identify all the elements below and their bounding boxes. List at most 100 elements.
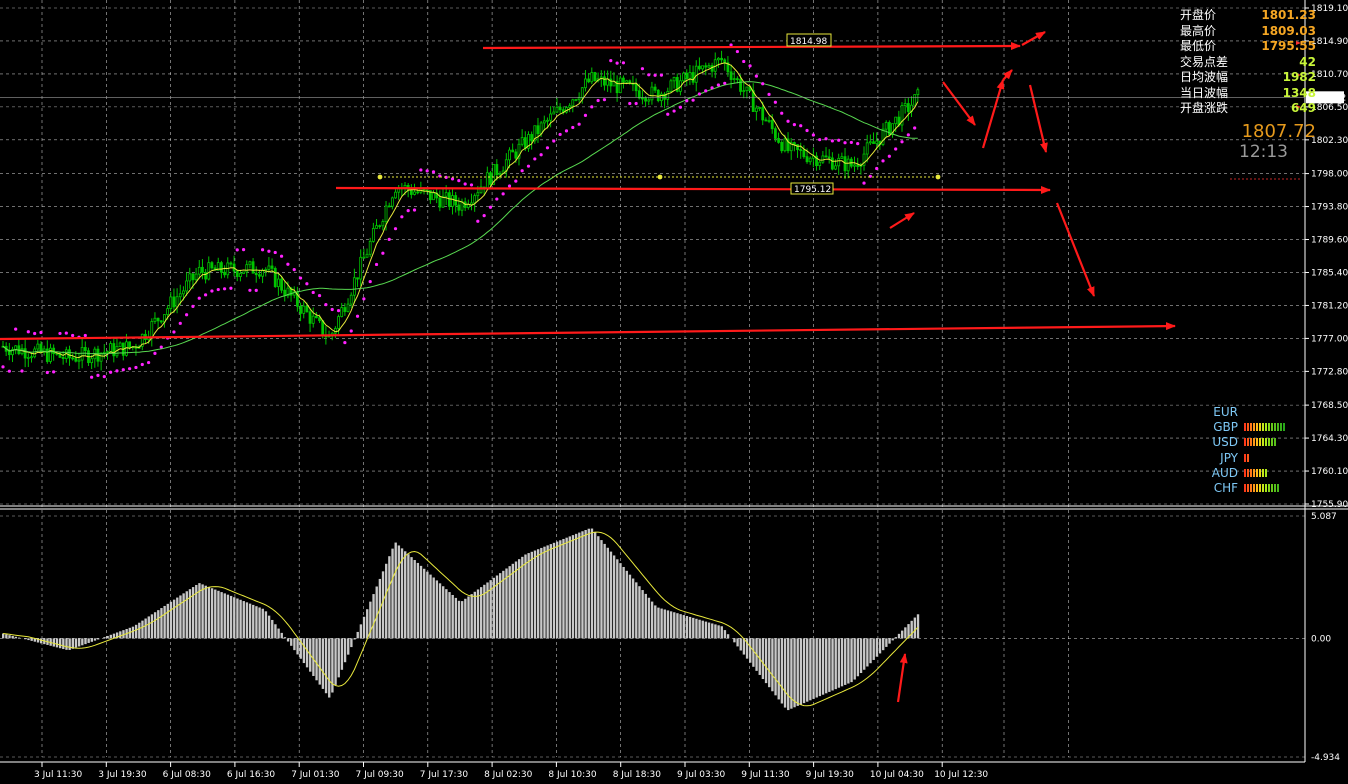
- macd-bar: [93, 638, 97, 641]
- macd-bar: [869, 638, 872, 664]
- macd-bar: [87, 638, 90, 643]
- macd-bar: [416, 562, 420, 639]
- sar-dot: [292, 268, 296, 272]
- macd-bar: [315, 638, 318, 681]
- price-tick-label: 1819.10: [1311, 4, 1348, 14]
- macd-bar: [397, 545, 401, 639]
- macd-bar: [837, 638, 841, 688]
- candle-body: [672, 77, 676, 82]
- strength-segment: [1262, 468, 1264, 477]
- macd-bar: [799, 638, 803, 705]
- candle-body: [36, 343, 40, 350]
- candle-body: [153, 317, 157, 322]
- candle-body: [128, 341, 132, 348]
- macd-bar: [840, 638, 844, 687]
- candle-body: [30, 356, 33, 359]
- macd-bar: [410, 557, 413, 639]
- macd-bar: [141, 620, 144, 639]
- strength-segment: [1265, 438, 1267, 447]
- sar-dot: [140, 362, 144, 367]
- macd-bar: [264, 611, 268, 639]
- candle-body: [239, 273, 242, 277]
- candle-body: [834, 165, 837, 170]
- candle-body: [299, 305, 302, 314]
- candle-body: [150, 321, 154, 339]
- strength-segment: [1268, 438, 1270, 447]
- trading-chart[interactable]: 1819.10 1814.90 1810.70 1806.50 1802.30 1798.…: [0, 0, 1348, 784]
- candle-body: [26, 356, 30, 359]
- sar-dot: [634, 101, 638, 106]
- macd-bar: [904, 627, 907, 639]
- macd-bar: [644, 593, 647, 639]
- macd-bar: [419, 565, 423, 639]
- candle-body: [61, 356, 65, 360]
- sar-dot: [419, 168, 423, 172]
- candle-body: [273, 267, 277, 288]
- candle-body: [830, 157, 834, 170]
- sar-dot: [343, 340, 347, 345]
- candle-body: [346, 303, 350, 312]
- candle-body: [511, 149, 515, 153]
- macd-bar: [68, 638, 71, 650]
- sar-dot: [178, 321, 182, 325]
- candle-body: [432, 192, 435, 201]
- macd-bar: [286, 638, 290, 642]
- sar-dot: [305, 282, 309, 286]
- macd-bar: [913, 617, 917, 639]
- macd-bar: [863, 638, 866, 670]
- macd-bar: [714, 624, 717, 639]
- macd-bar: [233, 597, 236, 639]
- candle-body: [698, 65, 701, 70]
- macd-bar: [910, 620, 913, 639]
- candle-body: [99, 352, 103, 362]
- sar-dot: [628, 101, 632, 106]
- candle-body: [514, 151, 518, 159]
- macd-bar: [153, 612, 157, 639]
- info-row: 日均波幅 1982: [1180, 70, 1316, 86]
- macd-bar: [343, 638, 347, 663]
- candle-body: [254, 272, 258, 276]
- macd-bar: [381, 571, 385, 639]
- macd-bar: [578, 532, 581, 639]
- macd-bar: [404, 551, 407, 639]
- macd-bar: [366, 609, 369, 639]
- candle-body: [723, 59, 727, 64]
- macd-bar: [802, 638, 806, 704]
- sar-dot: [881, 159, 885, 163]
- candle-body: [191, 273, 195, 281]
- strength-segment: [1253, 484, 1255, 493]
- macd-bar: [701, 620, 704, 639]
- sar-dot: [856, 142, 860, 146]
- macd-bar: [134, 624, 138, 639]
- strength-segment: [1277, 484, 1279, 493]
- sar-dot: [254, 288, 258, 292]
- candle-body: [106, 351, 109, 353]
- candle-body: [808, 157, 812, 163]
- macd-bar: [119, 631, 122, 639]
- macd-bar: [147, 616, 150, 639]
- macd-bar: [176, 597, 179, 639]
- sar-dot: [704, 89, 708, 93]
- candle-body: [245, 264, 249, 273]
- candle-body: [242, 271, 245, 274]
- candle-body: [375, 225, 378, 229]
- sar-dot: [83, 333, 87, 338]
- macd-bar: [540, 547, 543, 639]
- candle-body: [23, 348, 27, 359]
- macd-bar: [720, 626, 723, 639]
- candle-body: [742, 90, 746, 93]
- macd-bar: [14, 636, 18, 639]
- strength-segment: [1247, 453, 1249, 462]
- sar-dot: [362, 297, 366, 301]
- price-tick-label: 1802.30: [1311, 136, 1348, 146]
- sar-dot: [590, 105, 594, 109]
- sar-dot: [596, 98, 600, 103]
- candle-body: [169, 296, 173, 309]
- price-tick-label: 1755.90: [1311, 500, 1348, 510]
- macd-bar: [590, 528, 594, 639]
- sar-dot: [121, 368, 125, 372]
- macd-bar: [818, 638, 822, 697]
- macd-bar: [106, 635, 109, 639]
- candle-body: [780, 141, 784, 152]
- macd-bar: [875, 638, 879, 657]
